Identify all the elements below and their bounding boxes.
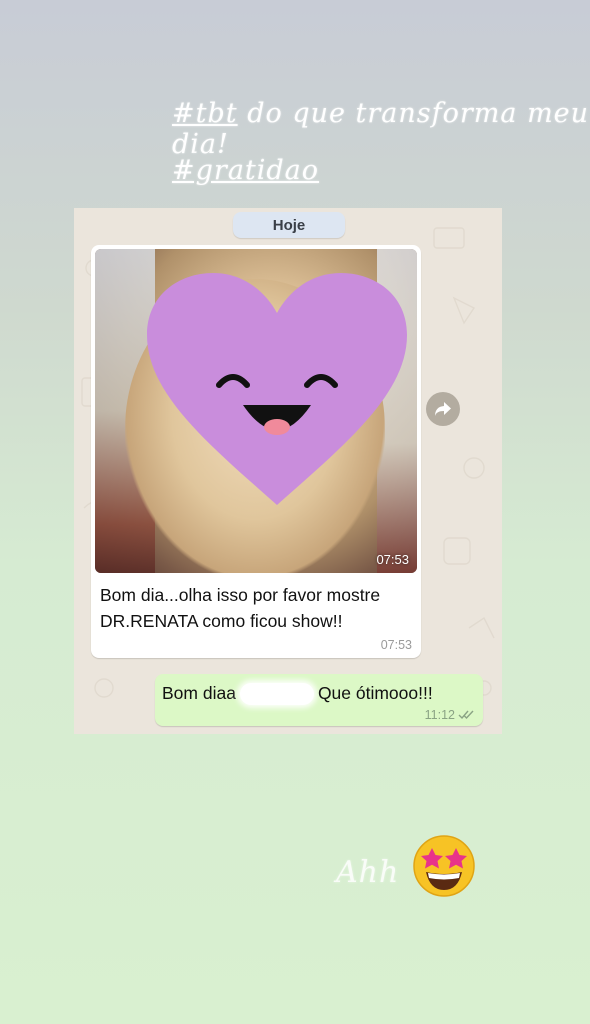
story-footer-text: Ahh xyxy=(336,855,400,890)
forward-icon xyxy=(435,402,451,416)
outgoing-text-start: Bom diaa xyxy=(162,683,236,703)
photo-timestamp: 07:53 xyxy=(376,552,409,567)
outgoing-message-text: Bom diaa Que ótimooo!!! xyxy=(162,683,433,706)
message-line: Bom dia...olha isso por favor mostre xyxy=(100,585,381,605)
message-photo[interactable]: 07:53 xyxy=(95,249,417,573)
outgoing-text-end: Que ótimooo!!! xyxy=(317,683,433,703)
hashtag-tbt: #tbt xyxy=(172,98,238,129)
outgoing-message-bubble[interactable]: Bom diaa Que ótimooo!!! 11:12 xyxy=(155,674,483,726)
outgoing-meta: 11:12 xyxy=(425,708,474,722)
hashtag-gratidao: #gratidao xyxy=(172,155,320,186)
double-check-icon xyxy=(458,710,474,720)
forward-button[interactable] xyxy=(426,392,460,426)
heart-face-sticker xyxy=(147,273,407,505)
incoming-message-bubble[interactable]: 07:53 Bom dia...olha isso por favor most… xyxy=(91,245,421,658)
incoming-message-text: Bom dia...olha isso por favor mostre DR.… xyxy=(100,582,415,634)
story-caption-line1: #tbt do que transforma meu dia! xyxy=(172,98,590,160)
message-line: DR.RENATA como ficou show!! xyxy=(100,611,343,631)
incoming-timestamp: 07:53 xyxy=(380,638,412,652)
redacted-name xyxy=(239,683,314,706)
star-struck-emoji xyxy=(413,835,475,897)
outgoing-timestamp: 11:12 xyxy=(424,708,455,722)
date-chip: Hoje xyxy=(233,212,345,238)
chat-screenshot: Hoje 07:53 Bom dia...olha isso por favor… xyxy=(74,208,502,734)
